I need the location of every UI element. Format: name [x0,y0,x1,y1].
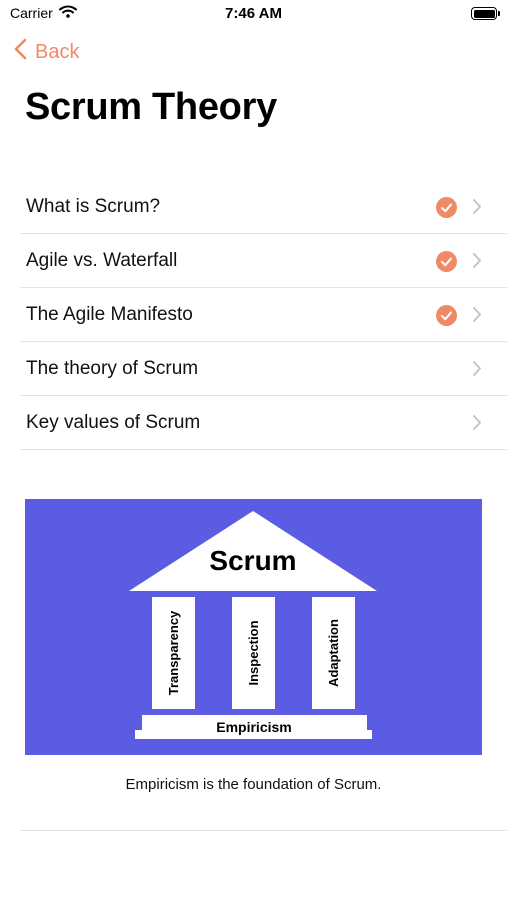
base-label: Empiricism [216,719,291,735]
pillar-label-inspection: Inspection [246,620,261,685]
chevron-right-icon [473,415,481,430]
list-item-theory-of-scrum[interactable]: The theory of Scrum [20,342,507,396]
topic-list: What is Scrum? Agile vs. Waterfall The A… [20,180,507,450]
checkmark-circle-icon [436,305,457,326]
back-button[interactable]: Back [14,38,79,66]
list-item-agile-manifesto[interactable]: The Agile Manifesto [20,288,507,342]
status-bar: Carrier 7:46 AM [0,0,507,28]
battery-icon [471,7,500,20]
list-item-label: What is Scrum? [26,196,161,217]
list-item-key-values[interactable]: Key values of Scrum [20,396,507,450]
pillar-label-transparency: Transparency [166,610,181,695]
chevron-right-icon [473,253,481,268]
list-item-label: The Agile Manifesto [26,304,193,325]
list-item-label: The theory of Scrum [26,358,199,379]
chevron-right-icon [473,361,481,376]
list-item-what-is-scrum[interactable]: What is Scrum? [20,180,507,234]
roof-label: Scrum [209,545,296,576]
back-label: Back [35,40,80,63]
chevron-right-icon [473,199,481,214]
figure-caption: Empiricism is the foundation of Scrum. [125,776,382,793]
list-item-label: Agile vs. Waterfall [26,250,178,271]
list-item-label: Key values of Scrum [26,412,201,433]
status-time: 7:46 AM [225,5,282,22]
checkmark-circle-icon [436,197,457,218]
divider [20,830,507,831]
chevron-left-icon [14,38,27,66]
chevron-right-icon [473,307,481,322]
page-title: Scrum Theory [25,86,277,128]
list-item-agile-vs-waterfall[interactable]: Agile vs. Waterfall [20,234,507,288]
scrum-pillars-figure: Scrum Transparency Inspection Adaptation… [25,499,482,755]
pillar-label-adaptation: Adaptation [326,619,341,687]
checkmark-circle-icon [436,251,457,272]
